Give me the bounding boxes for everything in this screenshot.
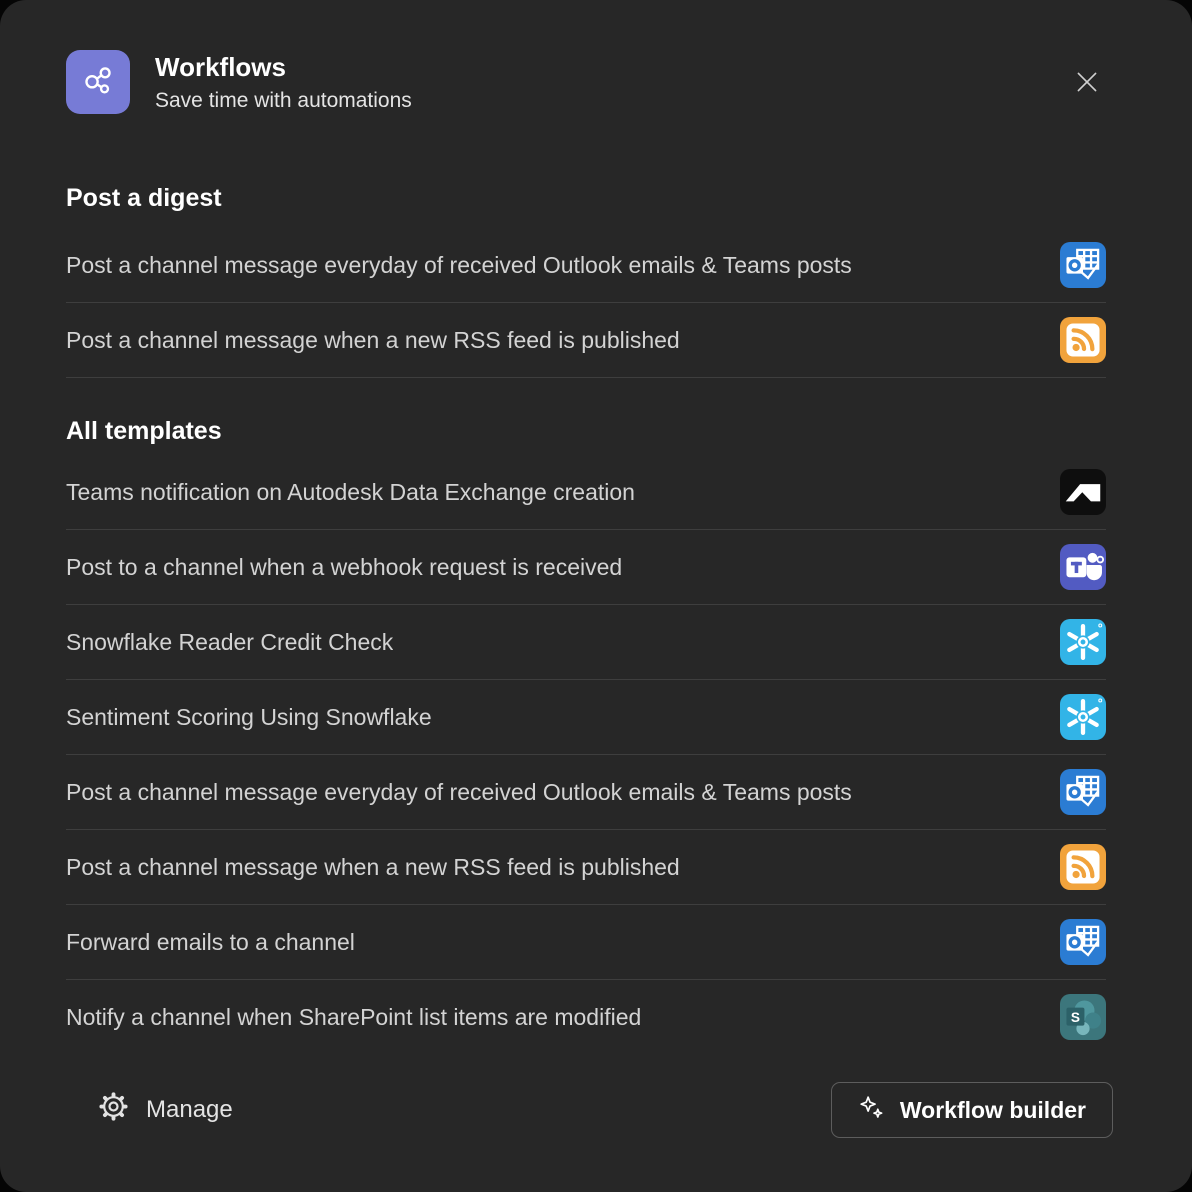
template-row-snowflake-sentiment[interactable]: Sentiment Scoring Using Snowflake: [66, 680, 1106, 755]
template-label: Post a channel message everyday of recei…: [66, 252, 852, 279]
template-label: Post a channel message when a new RSS fe…: [66, 854, 680, 881]
template-row-snowflake-credit[interactable]: Snowflake Reader Credit Check: [66, 605, 1106, 680]
workflow-icon: [79, 61, 117, 104]
teams-icon: [1060, 544, 1106, 590]
template-label: Notify a channel when SharePoint list it…: [66, 1004, 641, 1031]
autodesk-icon: [1060, 469, 1106, 515]
dialog-title: Workflows: [155, 51, 412, 84]
svg-text:S: S: [1071, 1010, 1080, 1025]
manage-label: Manage: [146, 1096, 233, 1124]
outlook-icon: [1060, 242, 1106, 288]
close-icon: [1072, 67, 1102, 100]
workflow-builder-label: Workflow builder: [900, 1097, 1086, 1124]
template-row-rss-published[interactable]: Post a channel message when a new RSS fe…: [66, 830, 1106, 905]
dialog-header: Workflows Save time with automations: [0, 0, 1192, 115]
rss-icon: [1060, 317, 1106, 363]
template-row-forward-emails[interactable]: Forward emails to a channel: [66, 905, 1106, 980]
template-row-webhook[interactable]: Post to a channel when a webhook request…: [66, 530, 1106, 605]
workflows-app-badge: [66, 50, 130, 114]
header-text: Workflows Save time with automations: [155, 50, 412, 115]
template-row-rss-digest[interactable]: Post a channel message when a new RSS fe…: [66, 303, 1106, 378]
template-row-autodesk[interactable]: Teams notification on Autodesk Data Exch…: [66, 455, 1106, 530]
workflow-builder-button[interactable]: Workflow builder: [831, 1082, 1113, 1138]
template-row-outlook-everyday[interactable]: Post a channel message everyday of recei…: [66, 755, 1106, 830]
close-button[interactable]: [1066, 62, 1108, 104]
outlook-icon: [1060, 919, 1106, 965]
sharepoint-icon: S: [1060, 994, 1106, 1040]
dialog-footer: Manage Workflow builder: [0, 1082, 1192, 1138]
section-all-templates: All templates Teams notification on Auto…: [66, 416, 1106, 1054]
manage-button[interactable]: Manage: [98, 1091, 233, 1129]
template-label: Post a channel message when a new RSS fe…: [66, 327, 680, 354]
snowflake-icon: [1060, 694, 1106, 740]
gear-icon: [98, 1091, 129, 1129]
section-heading: Post a digest: [66, 183, 1106, 213]
template-row-outlook-digest[interactable]: Post a channel message everyday of recei…: [66, 228, 1106, 303]
template-label: Snowflake Reader Credit Check: [66, 629, 393, 656]
section-post-a-digest: Post a digest Post a channel message eve…: [66, 183, 1106, 378]
template-row-sharepoint[interactable]: Notify a channel when SharePoint list it…: [66, 980, 1106, 1054]
section-heading: All templates: [66, 416, 1106, 446]
rss-icon: [1060, 844, 1106, 890]
snowflake-icon: [1060, 619, 1106, 665]
templates-list: Post a digest Post a channel message eve…: [0, 183, 1192, 1054]
sparkles-icon: [858, 1094, 885, 1127]
outlook-icon: [1060, 769, 1106, 815]
template-label: Forward emails to a channel: [66, 929, 355, 956]
workflows-dialog: Workflows Save time with automations Pos…: [0, 0, 1192, 1192]
template-label: Teams notification on Autodesk Data Exch…: [66, 479, 635, 506]
template-label: Post to a channel when a webhook request…: [66, 554, 622, 581]
dialog-subtitle: Save time with automations: [155, 86, 412, 115]
template-label: Sentiment Scoring Using Snowflake: [66, 704, 432, 731]
template-label: Post a channel message everyday of recei…: [66, 779, 852, 806]
